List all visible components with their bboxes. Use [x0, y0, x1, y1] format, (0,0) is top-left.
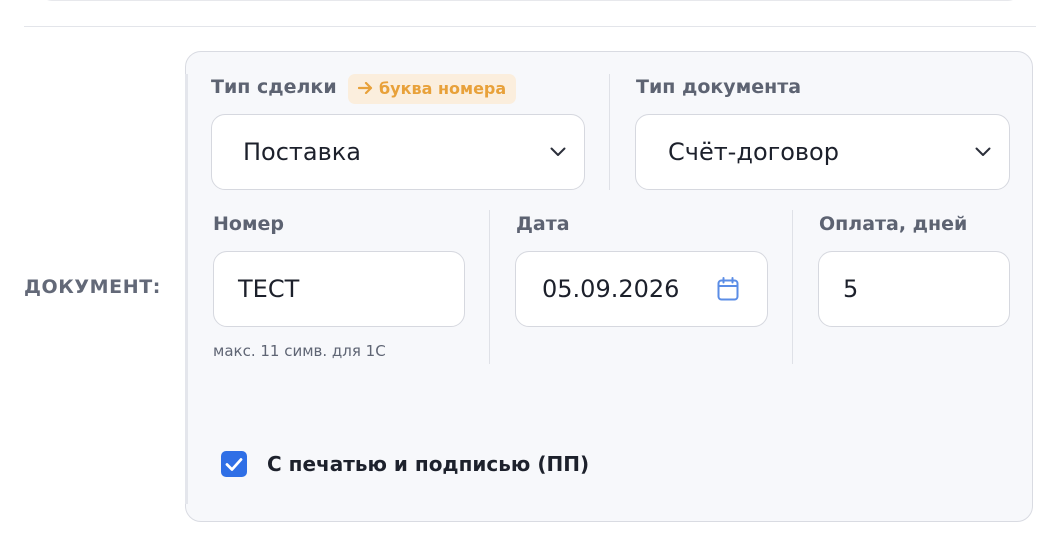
- section-label: ДОКУМЕНТ:: [24, 276, 161, 298]
- deal-type-select[interactable]: Поставка: [211, 114, 585, 190]
- payment-days-label: Оплата, дней: [819, 213, 968, 235]
- payment-days-input[interactable]: 5: [818, 251, 1010, 327]
- column-divider: [609, 74, 610, 190]
- number-label: Номер: [213, 213, 284, 235]
- payment-days-value: 5: [843, 275, 859, 303]
- date-value: 05.09.2026: [542, 275, 680, 303]
- panel-left-accent: [185, 74, 188, 504]
- number-hint: макс. 11 симв. для 1С: [213, 342, 386, 360]
- document-type-select[interactable]: Счёт-договор: [635, 114, 1010, 190]
- date-input[interactable]: 05.09.2026: [515, 251, 768, 327]
- number-value: ТЕСТ: [238, 275, 300, 303]
- stamp-signature-checkbox[interactable]: [221, 451, 247, 477]
- checkmark-icon: [225, 457, 243, 471]
- document-settings: ДОКУМЕНТ: Тип сделки буква номера Постав…: [0, 0, 1060, 550]
- document-type-value: Счёт-договор: [668, 138, 839, 166]
- column-divider: [792, 210, 793, 364]
- deal-type-label: Тип сделки: [211, 76, 337, 98]
- chevron-down-icon: [550, 147, 566, 156]
- arrow-right-icon: [357, 74, 373, 104]
- deal-type-value: Поставка: [243, 138, 361, 166]
- previous-card-edge: [40, 0, 1020, 1]
- number-input[interactable]: ТЕСТ: [213, 251, 465, 327]
- stamp-signature-label[interactable]: С печатью и подписью (ПП): [267, 452, 589, 476]
- section-divider: [24, 26, 1036, 27]
- badge-text: буква номера: [379, 79, 507, 98]
- number-letter-badge: буква номера: [348, 74, 517, 104]
- column-divider: [489, 210, 490, 364]
- calendar-icon[interactable]: [717, 277, 739, 301]
- chevron-down-icon: [975, 147, 991, 156]
- document-type-label: Тип документа: [636, 76, 802, 98]
- date-label: Дата: [516, 213, 570, 235]
